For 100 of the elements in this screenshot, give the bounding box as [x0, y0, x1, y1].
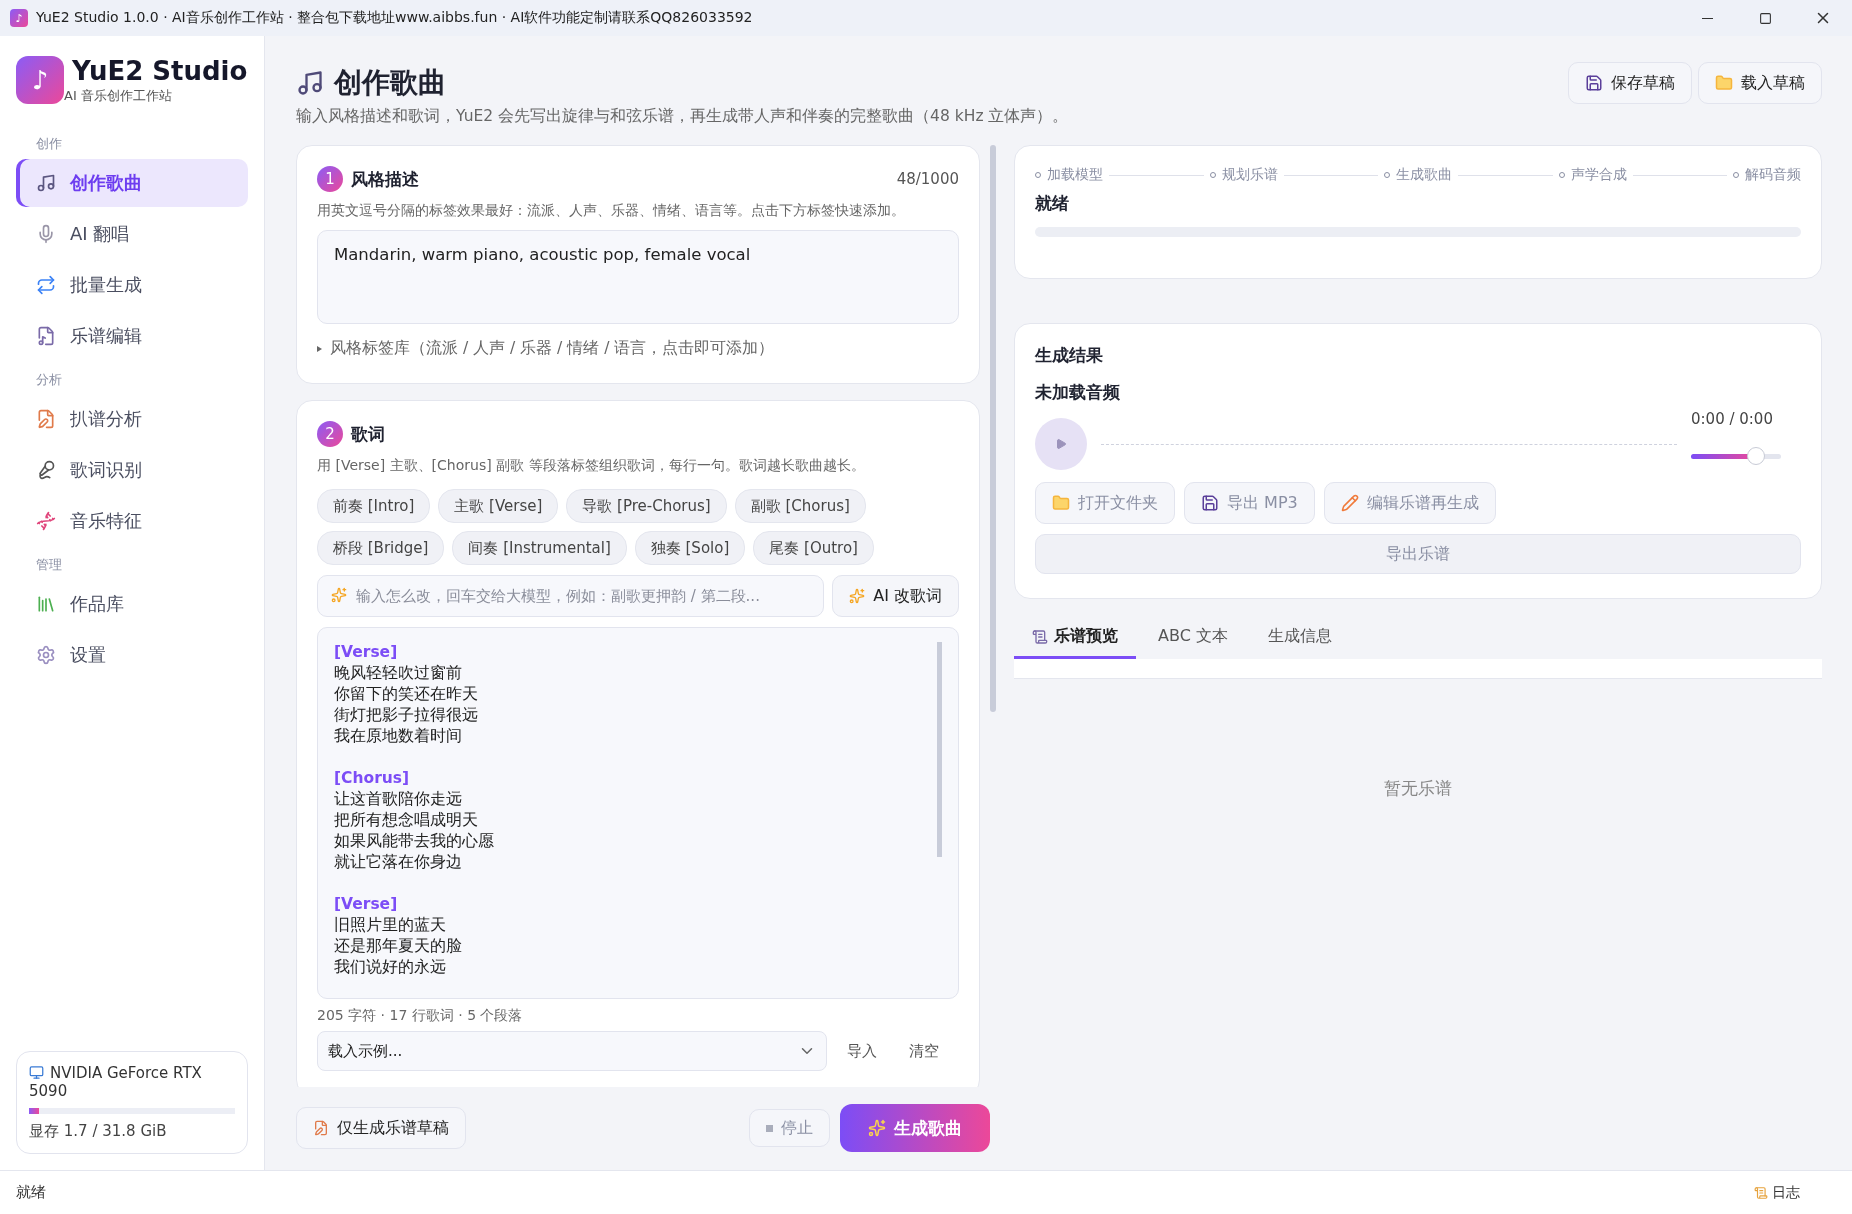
section-tag: [Chorus]	[334, 768, 937, 789]
document-pen-icon	[313, 1120, 329, 1136]
card-title: 歌词	[351, 422, 385, 446]
preview-tab[interactable]: 生成信息	[1249, 617, 1350, 659]
nav-item[interactable]: 设置	[16, 631, 248, 680]
section-tag-chip[interactable]: 导歌 [Pre-Chorus]	[566, 489, 727, 523]
microphone-icon	[36, 224, 56, 245]
nav-item[interactable]: 歌词识别	[16, 446, 248, 495]
style-library-toggle[interactable]: 风格标签库（流派 / 人声 / 乐器 / 情绪 / 语言，点击即可添加）	[317, 338, 959, 359]
nav-item[interactable]: 乐谱编辑	[16, 312, 248, 361]
draft-button[interactable]: 载入草稿	[1698, 62, 1822, 104]
section-tag-chip[interactable]: 独奏 [Solo]	[634, 531, 746, 565]
document-pen-icon	[36, 409, 56, 430]
card-title: 风格描述	[351, 167, 419, 191]
page-subtitle: 输入风格描述和歌词，YuE2 会先写出旋律与和弦乐谱，再生成带人声和伴奏的完整歌曲（48 kHz 立体声）。	[296, 106, 1069, 127]
section-tag: [Verse]	[334, 894, 937, 915]
example-select[interactable]: 载入示例...	[317, 1031, 827, 1071]
pencil-icon	[1340, 494, 1359, 512]
section-tag-chip[interactable]: 桥段 [Bridge]	[317, 531, 445, 565]
lyric-line: 街灯把影子拉得很远	[334, 705, 479, 726]
section-tag-chip[interactable]: 尾奏 [Outro]	[753, 531, 874, 565]
generate-button[interactable]: 生成歌曲	[840, 1104, 990, 1152]
lyric-line: 如果风能带去我的心愿	[334, 831, 495, 852]
lyric-line: 晚风轻轻吹过窗前	[334, 663, 463, 684]
lyric-line: 就让它落在你身边	[334, 852, 463, 873]
section-tag-chip[interactable]: 间奏 [Instrumental]	[452, 531, 627, 565]
draft-only-button[interactable]: 仅生成乐谱草稿	[296, 1107, 466, 1149]
repeat-icon	[36, 275, 56, 296]
gpu-name: NVIDIA GeForce RTX 5090	[29, 1064, 203, 1100]
sparkles-icon	[331, 587, 347, 603]
nav-item[interactable]: AI 翻唱	[16, 210, 248, 259]
nav-group-label: 分析	[36, 371, 63, 390]
style-hint: 用英文逗号分隔的标签效果最好：流派、人声、乐器、情绪、语言等。点击下方标签快速添加。	[317, 202, 906, 220]
section-tag-chip[interactable]: 副歌 [Chorus]	[734, 489, 866, 523]
status-text: 就绪	[16, 1183, 46, 1202]
progress-step: 解码音频	[1745, 166, 1801, 184]
log-button[interactable]: 日志	[1748, 1182, 1806, 1203]
nav-item[interactable]: 扒谱分析	[16, 395, 248, 444]
lyric-line: 我们说好的永远	[334, 957, 447, 978]
section-tag-chip[interactable]: 前奏 [Intro]	[317, 489, 431, 523]
page-title: 创作歌曲	[334, 65, 446, 101]
folder-icon	[1052, 494, 1070, 512]
nav-group-label: 管理	[36, 556, 63, 575]
music-note-icon	[36, 173, 56, 194]
monitor-icon	[29, 1065, 44, 1080]
lyric-line: 你留下的笑还在昨天	[334, 684, 479, 705]
lyric-line: 我在原地数着时间	[334, 726, 463, 747]
progress-step: 声学合成	[1570, 166, 1627, 184]
lyric-line: 让这首歌陪你走远	[334, 789, 463, 810]
maximize-icon	[1758, 11, 1772, 25]
clear-link[interactable]: 清空	[897, 1041, 951, 1061]
step-number: 2	[317, 421, 343, 447]
settings-icon	[36, 645, 56, 666]
progress-step: 生成歌曲	[1396, 166, 1452, 184]
memory-usage: 显存 1.7 / 31.8 GiB	[29, 1122, 168, 1141]
volume-slider[interactable]	[1691, 446, 1781, 466]
nav-item[interactable]: 音乐特征	[16, 497, 248, 546]
draft-button[interactable]: 保存草稿	[1568, 62, 1692, 104]
play-button[interactable]	[1035, 418, 1087, 470]
music-note-icon	[296, 69, 324, 97]
ai-rewrite-button[interactable]: AI 改歌词	[832, 575, 959, 617]
empty-score-message: 暂无乐谱	[1384, 777, 1452, 800]
lyrics-stats: 205 字符 · 17 行歌词 · 5 个段落	[317, 1007, 524, 1025]
nav-item[interactable]: 创作歌曲	[16, 159, 248, 208]
lyrics-editor[interactable]: [Verse] 晚风轻轻吹过窗前 你留下的笑还在昨天 街灯把影子拉得很远 我在原地数着时间 [Chorus] 让这首歌陪你走远 把所有想念唱成明天 如果风能带去我的心愿 就让它落在你身边 [Verse] 旧照片里的蓝天 还是那年夏天的脸 我们说好的永远	[317, 627, 959, 999]
app-name: YuE2 Studio	[72, 56, 248, 88]
character-count: 48/1000	[896, 170, 959, 188]
ai-edit-field[interactable]: 输入怎么改，回车交给大模型，例如：副歌更押韵 / 第二段...	[317, 575, 825, 617]
folder-icon	[1715, 74, 1733, 92]
sparkles-icon	[849, 588, 866, 604]
scrollbar[interactable]	[937, 642, 942, 857]
app-subtitle: AI 音乐创作工作站	[64, 87, 173, 106]
section-tag-chip[interactable]: 主歌 [Verse]	[438, 489, 559, 523]
progress-status: 就绪	[1035, 192, 1070, 215]
progress-step: 规划乐谱	[1221, 166, 1278, 184]
lyric-line: 还是那年夏天的脸	[334, 936, 463, 957]
sparkles-icon	[868, 1119, 886, 1137]
audio-status: 未加载音频	[1035, 381, 1121, 404]
style-field[interactable]: Mandarin, warm piano, acoustic pop, female vocal	[317, 230, 959, 324]
lyric-line: 旧照片里的蓝天	[334, 915, 447, 936]
dna-icon	[36, 511, 56, 532]
play-icon	[1055, 438, 1067, 450]
nav-item[interactable]: 批量生成	[16, 261, 248, 310]
nav-item[interactable]: 作品库	[16, 580, 248, 629]
microphone-icon	[36, 460, 56, 481]
step-number: 1	[317, 166, 343, 192]
import-link[interactable]: 导入	[835, 1041, 889, 1061]
progress-step: 加载模型	[1047, 166, 1103, 184]
app-logo: ♪	[16, 56, 64, 104]
scrollbar[interactable]	[990, 145, 996, 712]
app-icon: ♪	[10, 9, 28, 27]
nav-group-label: 创作	[36, 135, 63, 154]
card-title: 生成结果	[1035, 344, 1104, 367]
playback-time: 0:00 / 0:00	[1691, 410, 1774, 428]
lyrics-hint: 用 [Verse] 主歌、[Chorus] 副歌 等段落标签组织歌词，每行一句。歌词越长歌曲越长。	[317, 457, 866, 475]
log-icon	[1754, 1185, 1768, 1200]
minimize-icon	[1701, 17, 1713, 19]
preview-tab[interactable]: ABC 文本	[1140, 617, 1246, 659]
lyric-line: 把所有想念唱成明天	[334, 810, 479, 831]
window-title: YuE2 Studio 1.0.0 · AI音乐创作工作站 · 整合包下载地址www.aibbs.fun · AI软件功能定制请联系QQ826033592	[36, 9, 753, 27]
